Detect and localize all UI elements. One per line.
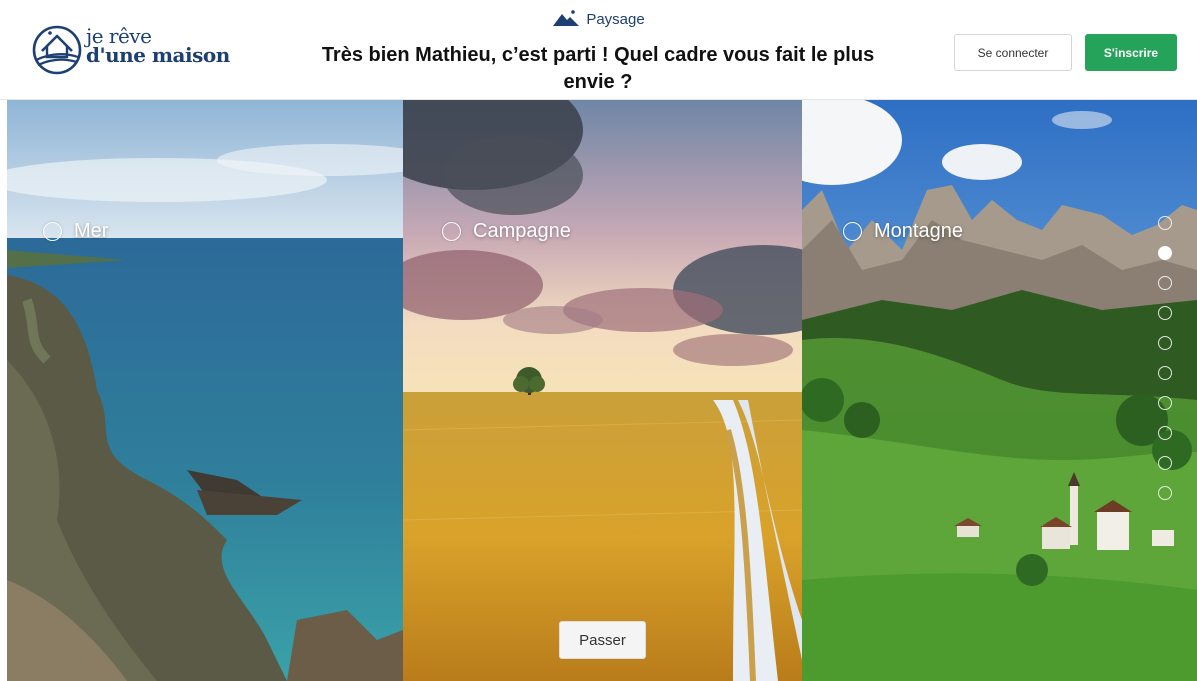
option-montagne-label: Montagne <box>874 220 963 242</box>
login-button[interactable]: Se connecter <box>954 34 1072 71</box>
countryside-landscape-image <box>403 100 802 681</box>
step-indicator: Paysage <box>0 9 1197 30</box>
signup-button[interactable]: S'inscrire <box>1085 34 1177 71</box>
option-campagne-label: Campagne <box>473 220 571 242</box>
radio-icon[interactable] <box>843 222 862 241</box>
logo-line-2: d'une maison <box>86 43 230 67</box>
logo-wordmark: je rêve d'une maison <box>86 26 230 67</box>
radio-icon[interactable] <box>442 222 461 241</box>
option-mer-choice[interactable]: Mer <box>43 220 108 243</box>
option-mer-label: Mer <box>74 220 109 242</box>
step-progress-dots <box>1158 216 1174 516</box>
mountain-icon <box>553 10 580 26</box>
progress-dot[interactable] <box>1158 426 1172 440</box>
progress-dot[interactable] <box>1158 336 1172 350</box>
progress-dot[interactable] <box>1158 306 1172 320</box>
progress-dot[interactable] <box>1158 246 1172 260</box>
site-logo[interactable]: je rêve d'une maison <box>30 24 230 76</box>
progress-dot[interactable] <box>1158 366 1172 380</box>
sea-landscape-image <box>7 100 403 681</box>
mountain-landscape-image <box>802 100 1197 681</box>
option-campagne-choice[interactable]: Campagne <box>442 220 571 243</box>
house-logo-icon <box>32 25 82 75</box>
radio-icon[interactable] <box>43 222 62 241</box>
top-header: je rêve d'une maison Paysage Très bien M… <box>0 0 1197 100</box>
progress-dot[interactable] <box>1158 456 1172 470</box>
progress-dot[interactable] <box>1158 276 1172 290</box>
landscape-options: Mer Campagne Montagne <box>7 100 1197 681</box>
progress-dot[interactable] <box>1158 216 1172 230</box>
progress-dot[interactable] <box>1158 486 1172 500</box>
option-campagne[interactable]: Campagne <box>403 100 802 681</box>
option-montagne[interactable]: Montagne <box>802 100 1197 681</box>
step-label: Paysage <box>586 11 645 28</box>
progress-dot[interactable] <box>1158 396 1172 410</box>
question-title: Très bien Mathieu, c’est parti ! Quel ca… <box>321 44 875 93</box>
option-montagne-choice[interactable]: Montagne <box>843 220 963 243</box>
skip-button[interactable]: Passer <box>559 621 646 659</box>
option-mer[interactable]: Mer <box>7 100 403 681</box>
